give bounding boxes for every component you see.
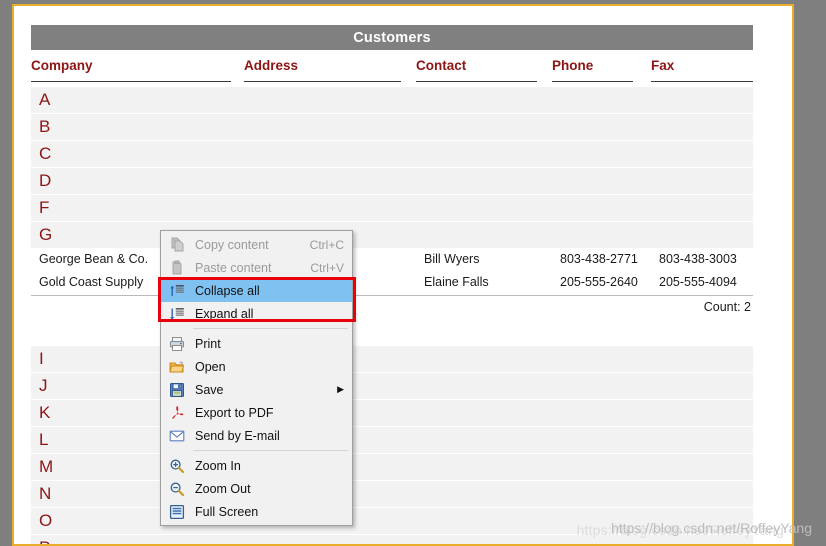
menu-item-label: Export to PDF xyxy=(195,405,274,420)
group-header-row[interactable]: J xyxy=(31,373,753,399)
menu-item-label: Paste content xyxy=(195,260,272,275)
group-letter: L xyxy=(39,430,49,449)
folder-open-icon xyxy=(165,357,189,377)
menu-item-label: Expand all xyxy=(195,306,254,321)
column-header-phone[interactable]: Phone xyxy=(552,58,633,82)
group-header-row[interactable]: F xyxy=(31,195,753,221)
group-header-row[interactable]: D xyxy=(31,168,753,194)
group-letter: D xyxy=(39,171,52,190)
menu-item-full-screen[interactable]: Full Screen xyxy=(161,500,352,523)
menu-item-collapse-all[interactable]: Collapse all xyxy=(161,279,352,302)
report-page: Customers Company Address Contact Phone Fax … xyxy=(14,6,792,544)
group-letter: O xyxy=(39,511,53,530)
group-header-row[interactable]: L xyxy=(31,427,753,453)
menu-item-save[interactable]: Save ▶ xyxy=(161,378,352,401)
watermark-outer: https://blog.csdn.net/RoffeyYang xyxy=(610,520,812,536)
pdf-icon xyxy=(165,403,189,423)
group-header-row[interactable]: N xyxy=(31,481,753,507)
group-header-row[interactable]: I xyxy=(31,346,753,372)
menu-item-send-by-e-mail[interactable]: Send by E-mail xyxy=(161,424,352,447)
group-letter: K xyxy=(39,403,51,422)
group-letter: P xyxy=(39,538,50,544)
zoom-in-icon xyxy=(165,456,189,476)
cell-contact: Bill Wyers xyxy=(424,252,480,266)
envelope-icon xyxy=(165,426,189,446)
context-menu[interactable]: Copy content Ctrl+C Paste content Ctrl+V Col… xyxy=(160,230,353,526)
menu-separator xyxy=(193,328,348,329)
full-screen-icon xyxy=(165,502,189,522)
submenu-arrow-icon: ▶ xyxy=(337,384,344,394)
menu-item-label: Collapse all xyxy=(195,283,260,298)
app-root: Customers Company Address Contact Phone Fax … xyxy=(0,0,826,546)
group-header-row[interactable]: B xyxy=(31,114,753,140)
menu-item-shortcut: Ctrl+C xyxy=(309,237,344,252)
group-header-row[interactable]: A xyxy=(31,87,753,113)
menu-item-shortcut: Ctrl+V xyxy=(310,260,344,275)
menu-item-zoom-out[interactable]: Zoom Out xyxy=(161,477,352,500)
menu-item-label: Copy content xyxy=(195,237,269,252)
table-row[interactable]: Gold Coast Supply Elaine Falls 205-555-264… xyxy=(31,272,753,295)
copy-icon xyxy=(165,235,189,255)
menu-item-zoom-in[interactable]: Zoom In xyxy=(161,454,352,477)
row-spacer xyxy=(31,319,753,346)
group-header-row[interactable]: M xyxy=(31,454,753,480)
menu-item-export-to-pdf[interactable]: Export to PDF xyxy=(161,401,352,424)
menu-item-label: Save xyxy=(195,382,224,397)
cell-contact: Elaine Falls xyxy=(424,275,489,289)
group-header-row[interactable]: K xyxy=(31,400,753,426)
cell-fax: 205-555-4094 xyxy=(659,275,737,289)
menu-item-paste-content: Paste content Ctrl+V xyxy=(161,256,352,279)
collapse-all-icon xyxy=(165,281,189,301)
expand-all-icon xyxy=(165,304,189,324)
page-title: Customers xyxy=(31,25,753,50)
group-header-row-open[interactable]: G xyxy=(31,222,753,248)
group-letter: N xyxy=(39,484,52,503)
menu-item-open[interactable]: Open xyxy=(161,355,352,378)
table-row[interactable]: George Bean & Co.ayBill Wyers803-438-277… xyxy=(31,249,753,272)
floppy-disk-icon xyxy=(165,380,189,400)
group-letter: M xyxy=(39,457,54,476)
group-letter: F xyxy=(39,198,50,217)
group-letter: B xyxy=(39,117,51,136)
cell-fax: 803-438-3003 xyxy=(659,252,737,266)
report-frame: Customers Company Address Contact Phone Fax … xyxy=(12,4,794,546)
menu-item-label: Send by E-mail xyxy=(195,428,280,443)
group-letter: J xyxy=(39,376,48,395)
paste-icon xyxy=(165,258,189,278)
group-letter: A xyxy=(39,90,51,109)
report-rows: ABCDFG George Bean & Co.ayBill Wyers803-4… xyxy=(31,87,753,544)
column-header-company[interactable]: Company xyxy=(31,58,231,82)
group-letter: C xyxy=(39,144,52,163)
column-header-address[interactable]: Address xyxy=(244,58,401,82)
menu-item-label: Full Screen xyxy=(195,504,259,519)
group-footer: Count: 2 xyxy=(31,295,753,319)
menu-separator xyxy=(193,450,348,451)
menu-item-label: Print xyxy=(195,336,221,351)
menu-item-label: Zoom In xyxy=(195,458,241,473)
menu-item-print[interactable]: Print xyxy=(161,332,352,355)
cell-phone: 205-555-2640 xyxy=(560,275,638,289)
column-header-row: Company Address Contact Phone Fax xyxy=(31,58,753,84)
printer-icon xyxy=(165,334,189,354)
menu-item-expand-all[interactable]: Expand all xyxy=(161,302,352,325)
group-letter: G xyxy=(39,225,53,244)
column-header-contact[interactable]: Contact xyxy=(416,58,537,82)
menu-item-label: Open xyxy=(195,359,226,374)
zoom-out-icon xyxy=(165,479,189,499)
menu-item-copy-content: Copy content Ctrl+C xyxy=(161,233,352,256)
menu-item-label: Zoom Out xyxy=(195,481,251,496)
column-header-fax[interactable]: Fax xyxy=(651,58,753,82)
cell-phone: 803-438-2771 xyxy=(560,252,638,266)
group-letter: I xyxy=(39,349,44,368)
group-header-row[interactable]: C xyxy=(31,141,753,167)
group-count: Count: 2 xyxy=(703,300,751,314)
